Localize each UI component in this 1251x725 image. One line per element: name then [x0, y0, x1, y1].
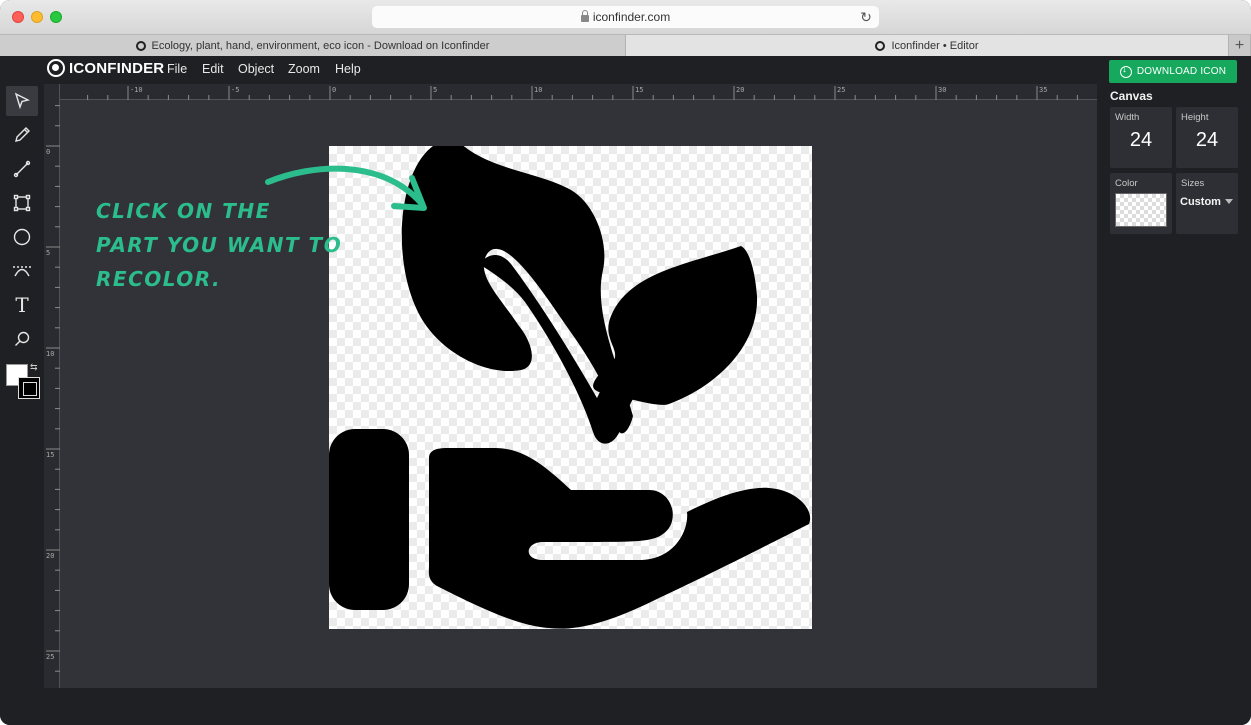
ruler-label: 5	[46, 249, 50, 257]
ruler-label: 10	[534, 86, 542, 94]
width-value[interactable]: 24	[1110, 129, 1172, 152]
stroke-color-swatch[interactable]	[18, 377, 40, 399]
rectangle-tool[interactable]	[6, 188, 38, 218]
horizontal-ruler-ticks: -10 -5 0 5 10 15 20 25 30 35	[87, 86, 1078, 100]
tab-bar: Ecology, plant, hand, environment, eco i…	[0, 34, 1251, 56]
close-window-button[interactable]	[12, 11, 24, 23]
chevron-down-icon	[1224, 199, 1233, 204]
instruction-line: Click on the	[96, 199, 271, 223]
browser-window: iconfinder.com ↻ Ecology, plant, hand, e…	[0, 0, 1251, 725]
ruler-label: 10	[46, 350, 54, 358]
height-field[interactable]: Height 24	[1176, 107, 1238, 168]
horizontal-ruler: -10 -5 0 5 10 15 20 25 30 35	[44, 84, 1097, 100]
line-icon	[13, 160, 31, 178]
hand-shape[interactable]	[428, 448, 811, 629]
ruler-label: -10	[130, 86, 143, 94]
tab-iconfinder-editor[interactable]: Iconfinder • Editor	[626, 35, 1229, 56]
vertical-ruler: 0 5 10 15 20 25	[44, 84, 60, 688]
vertical-ruler-ticks: 0 5 10 15 20 25	[46, 105, 60, 672]
download-icon-button[interactable]: DOWNLOAD ICON	[1109, 60, 1237, 83]
ruler-label: 20	[736, 86, 744, 94]
ruler-label: 20	[46, 552, 54, 560]
ruler-label: 0	[46, 148, 50, 156]
zoom-tool[interactable]	[6, 324, 38, 354]
ruler-label: 15	[635, 86, 643, 94]
instruction-line: recolor.	[96, 267, 222, 291]
ruler-label: -5	[231, 86, 239, 94]
maximize-window-button[interactable]	[50, 11, 62, 23]
ruler-label: 30	[938, 86, 946, 94]
panel-title: Canvas	[1110, 89, 1153, 103]
sizes-label: Sizes	[1181, 178, 1205, 189]
sizes-field[interactable]: Sizes Custom	[1176, 173, 1238, 234]
menu-help[interactable]: Help	[335, 62, 361, 76]
address-bar[interactable]: iconfinder.com ↻	[372, 6, 879, 28]
canvas-color-swatch[interactable]	[1115, 193, 1167, 227]
bezier-tool[interactable]	[6, 256, 38, 286]
iconfinder-logo[interactable]: ICONFINDER	[47, 59, 164, 77]
menu-file[interactable]: File	[167, 62, 187, 76]
magnifier-icon	[15, 331, 30, 346]
cursor-arrow-icon	[14, 92, 31, 110]
tab-label: Iconfinder • Editor	[891, 39, 979, 52]
tab-iconfinder-download[interactable]: Ecology, plant, hand, environment, eco i…	[0, 35, 626, 56]
text-icon: T	[15, 293, 29, 317]
sizes-value: Custom	[1180, 196, 1221, 208]
color-field[interactable]: Color	[1110, 173, 1172, 234]
menu-edit[interactable]: Edit	[202, 62, 224, 76]
menu-object[interactable]: Object	[238, 62, 274, 76]
iconfinder-favicon-icon	[135, 40, 146, 51]
lock-icon	[580, 9, 589, 22]
sleeve-shape[interactable]	[329, 429, 409, 610]
circle-icon	[13, 228, 31, 246]
tab-label: Ecology, plant, hand, environment, eco i…	[151, 39, 490, 52]
ruler-label: 15	[46, 451, 54, 459]
download-label: DOWNLOAD ICON	[1136, 66, 1227, 77]
recolor-instruction: Click on the part you want to recolor.	[96, 194, 356, 296]
width-field[interactable]: Width 24	[1110, 107, 1172, 168]
reload-icon[interactable]: ↻	[857, 8, 875, 26]
download-icon	[1119, 64, 1132, 78]
height-label: Height	[1181, 112, 1209, 123]
logo-text: ICONFINDER	[69, 59, 165, 77]
height-value[interactable]: 24	[1176, 129, 1238, 152]
tool-palette: T	[0, 84, 44, 725]
width-label: Width	[1115, 112, 1140, 123]
pencil-icon	[15, 127, 30, 142]
rectangle-icon	[13, 194, 31, 212]
instruction-line: part you want to	[96, 233, 343, 257]
new-tab-button[interactable]: +	[1229, 35, 1251, 56]
iconfinder-favicon-icon	[875, 40, 886, 51]
ruler-label: 5	[433, 86, 437, 94]
sizes-dropdown[interactable]: Custom	[1180, 196, 1233, 208]
browser-titlebar: iconfinder.com ↻	[0, 0, 1251, 34]
bezier-curve-icon	[13, 266, 31, 277]
editor-menubar: ICONFINDER File Edit Object Zoom Help	[0, 56, 1251, 84]
line-tool[interactable]	[6, 154, 38, 184]
ruler-label: 25	[46, 653, 54, 661]
pencil-tool[interactable]	[6, 120, 38, 150]
swap-colors-icon[interactable]: ⇆	[30, 362, 38, 373]
iconfinder-logo-icon	[47, 59, 65, 77]
ellipse-tool[interactable]	[6, 222, 38, 252]
ruler-label: 35	[1039, 86, 1047, 94]
color-label: Color	[1115, 178, 1138, 189]
text-tool[interactable]: T	[6, 290, 38, 320]
ruler-label: 25	[837, 86, 845, 94]
select-tool[interactable]	[6, 86, 38, 116]
ruler-label: 0	[332, 86, 336, 94]
menu-zoom[interactable]: Zoom	[288, 62, 320, 76]
address-text: iconfinder.com	[592, 10, 671, 24]
minimize-window-button[interactable]	[31, 11, 43, 23]
